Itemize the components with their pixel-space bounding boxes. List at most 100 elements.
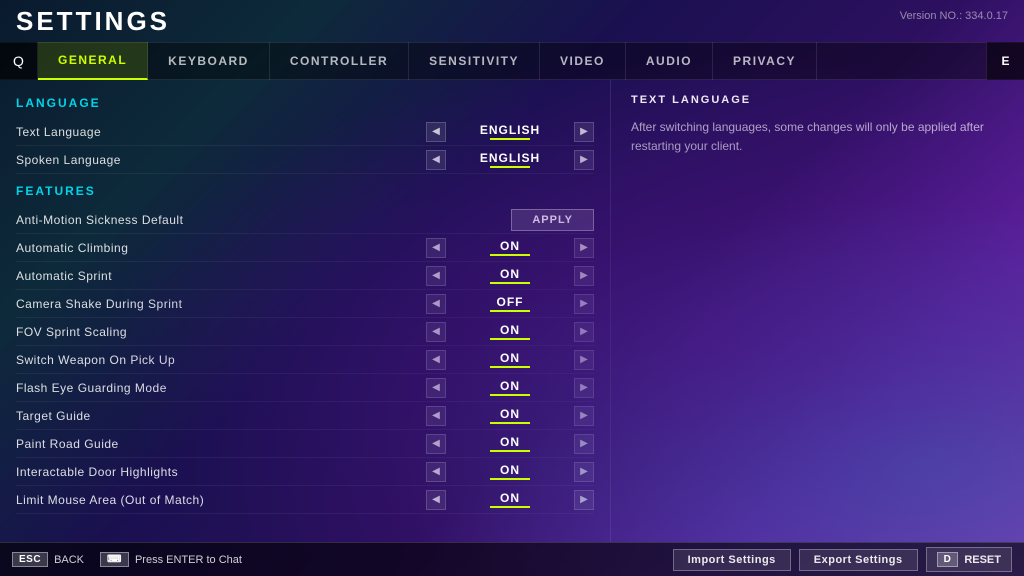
- feature-control: ◀ ON ▶: [426, 322, 594, 342]
- setting-automatic-sprint: Automatic Sprint ◀ ON ▶: [16, 262, 594, 290]
- feature-prev[interactable]: ◀: [426, 378, 446, 398]
- reset-button[interactable]: D RESET: [926, 547, 1012, 572]
- text-language-control: ◀ ENGLISH ▶: [426, 122, 594, 142]
- text-language-label: Text Language: [16, 125, 426, 139]
- feature-prev[interactable]: ◀: [426, 322, 446, 342]
- setting-target-guide: Target Guide ◀ ON ▶: [16, 402, 594, 430]
- keyboard-icon: ⌨: [100, 552, 129, 567]
- setting-switch-weapon-on-pick-up: Switch Weapon On Pick Up ◀ ON ▶: [16, 346, 594, 374]
- feature-next[interactable]: ▶: [574, 266, 594, 286]
- features-section-header: FEATURES: [16, 184, 594, 198]
- back-label: BACK: [54, 554, 84, 566]
- feature-label: Flash Eye Guarding Mode: [16, 381, 426, 395]
- feature-control: ◀ ON ▶: [426, 266, 594, 286]
- feature-label: Automatic Climbing: [16, 241, 426, 255]
- feature-rows: Automatic Climbing ◀ ON ▶ Automatic Spri…: [16, 234, 594, 514]
- enter-chat-button[interactable]: ⌨ Press ENTER to Chat: [100, 552, 242, 567]
- feature-next[interactable]: ▶: [574, 238, 594, 258]
- feature-prev[interactable]: ◀: [426, 350, 446, 370]
- feature-control: ◀ ON ▶: [426, 490, 594, 510]
- spoken-language-label: Spoken Language: [16, 153, 426, 167]
- feature-label: Paint Road Guide: [16, 437, 426, 451]
- tab-general[interactable]: GENERAL: [38, 42, 148, 80]
- feature-value: ON: [450, 379, 570, 396]
- feature-value: ON: [450, 463, 570, 480]
- feature-next[interactable]: ▶: [574, 406, 594, 426]
- text-language-value: ENGLISH: [450, 123, 570, 140]
- tab-video[interactable]: VIDEO: [540, 42, 626, 80]
- feature-control: ◀ ON ▶: [426, 434, 594, 454]
- feature-control: ◀ OFF ▶: [426, 294, 594, 314]
- feature-label: Interactable Door Highlights: [16, 465, 426, 479]
- spoken-language-value: ENGLISH: [450, 151, 570, 168]
- setting-automatic-climbing: Automatic Climbing ◀ ON ▶: [16, 234, 594, 262]
- version-text: Version NO.: 334.0.17: [900, 10, 1008, 22]
- setting-text-language: Text Language ◀ ENGLISH ▶: [16, 118, 594, 146]
- feature-value: ON: [450, 267, 570, 284]
- reset-key-badge: D: [937, 552, 959, 567]
- enter-chat-label: Press ENTER to Chat: [135, 554, 242, 566]
- tab-sensitivity[interactable]: SENSITIVITY: [409, 42, 540, 80]
- feature-value: ON: [450, 435, 570, 452]
- feature-label: Limit Mouse Area (Out of Match): [16, 493, 426, 507]
- feature-prev[interactable]: ◀: [426, 294, 446, 314]
- title-bar: SETTINGS Version NO.: 334.0.17: [0, 0, 1024, 42]
- setting-camera-shake-during-sprint: Camera Shake During Sprint ◀ OFF ▶: [16, 290, 594, 318]
- feature-value: ON: [450, 351, 570, 368]
- page-title: SETTINGS: [16, 6, 170, 37]
- spoken-language-next[interactable]: ▶: [574, 150, 594, 170]
- feature-value: OFF: [450, 295, 570, 312]
- feature-label: Automatic Sprint: [16, 269, 426, 283]
- spoken-language-prev[interactable]: ◀: [426, 150, 446, 170]
- esc-key-badge: ESC: [12, 552, 48, 567]
- feature-value: ON: [450, 407, 570, 424]
- nav-tabs: Q GENERAL KEYBOARD CONTROLLER SENSITIVIT…: [0, 42, 1024, 80]
- feature-next[interactable]: ▶: [574, 462, 594, 482]
- tab-controller[interactable]: CONTROLLER: [270, 42, 409, 80]
- text-language-next[interactable]: ▶: [574, 122, 594, 142]
- feature-prev[interactable]: ◀: [426, 490, 446, 510]
- text-language-prev[interactable]: ◀: [426, 122, 446, 142]
- feature-control: ◀ ON ▶: [426, 378, 594, 398]
- anti-motion-apply-button[interactable]: APPLY: [511, 209, 594, 231]
- feature-label: FOV Sprint Scaling: [16, 325, 426, 339]
- setting-limit-mouse-area-(out-of-match): Limit Mouse Area (Out of Match) ◀ ON ▶: [16, 486, 594, 514]
- anti-motion-label: Anti-Motion Sickness Default: [16, 213, 511, 227]
- tab-privacy[interactable]: PRIVACY: [713, 42, 817, 80]
- feature-prev[interactable]: ◀: [426, 266, 446, 286]
- setting-flash-eye-guarding-mode: Flash Eye Guarding Mode ◀ ON ▶: [16, 374, 594, 402]
- feature-prev[interactable]: ◀: [426, 462, 446, 482]
- feature-prev[interactable]: ◀: [426, 406, 446, 426]
- nav-icon-left[interactable]: Q: [0, 42, 38, 80]
- feature-next[interactable]: ▶: [574, 490, 594, 510]
- export-settings-button[interactable]: Export Settings: [799, 549, 918, 571]
- feature-control: ◀ ON ▶: [426, 462, 594, 482]
- esc-back-button[interactable]: ESC BACK: [12, 552, 84, 567]
- feature-next[interactable]: ▶: [574, 378, 594, 398]
- feature-prev[interactable]: ◀: [426, 238, 446, 258]
- feature-value: ON: [450, 239, 570, 256]
- feature-value: ON: [450, 323, 570, 340]
- feature-next[interactable]: ▶: [574, 434, 594, 454]
- spoken-language-control: ◀ ENGLISH ▶: [426, 150, 594, 170]
- reset-label: RESET: [964, 554, 1001, 566]
- feature-next[interactable]: ▶: [574, 350, 594, 370]
- tab-audio[interactable]: AUDIO: [626, 42, 713, 80]
- info-title: TEXT LANGUAGE: [631, 94, 1004, 106]
- import-settings-button[interactable]: Import Settings: [673, 549, 791, 571]
- feature-value: ON: [450, 491, 570, 508]
- setting-paint-road-guide: Paint Road Guide ◀ ON ▶: [16, 430, 594, 458]
- feature-prev[interactable]: ◀: [426, 434, 446, 454]
- bottom-right-controls: Import Settings Export Settings D RESET: [673, 547, 1012, 572]
- feature-label: Camera Shake During Sprint: [16, 297, 426, 311]
- nav-icon-right[interactable]: E: [986, 42, 1024, 80]
- setting-interactable-door-highlights: Interactable Door Highlights ◀ ON ▶: [16, 458, 594, 486]
- feature-control: ◀ ON ▶: [426, 238, 594, 258]
- info-panel: TEXT LANGUAGE After switching languages,…: [610, 80, 1024, 542]
- feature-next[interactable]: ▶: [574, 294, 594, 314]
- feature-next[interactable]: ▶: [574, 322, 594, 342]
- bottom-bar: ESC BACK ⌨ Press ENTER to Chat Import Se…: [0, 542, 1024, 576]
- language-section-header: LANGUAGE: [16, 96, 594, 110]
- info-text: After switching languages, some changes …: [631, 118, 1004, 156]
- tab-keyboard[interactable]: KEYBOARD: [148, 42, 270, 80]
